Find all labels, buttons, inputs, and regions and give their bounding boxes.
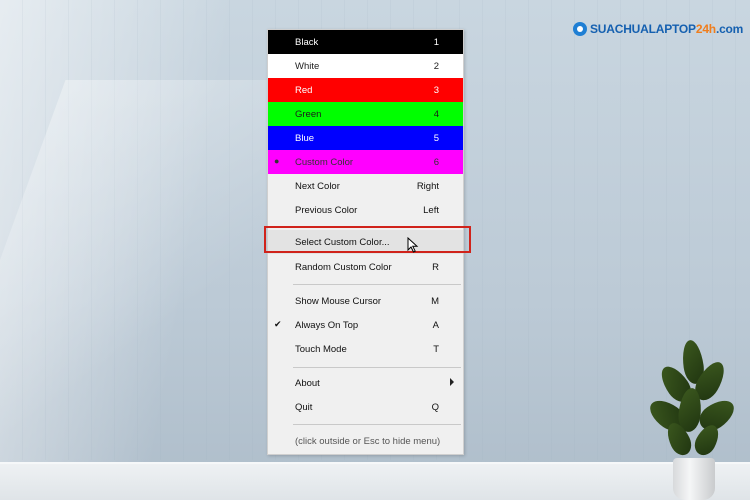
menu-item-shortcut: 1 <box>433 37 439 48</box>
menu-item-touch-mode[interactable]: Touch Mode T <box>268 337 463 361</box>
menu-item-label: Show Mouse Cursor <box>295 296 382 307</box>
menu-item-random-custom-color[interactable]: Random Custom Color R <box>268 255 463 279</box>
menu-item-shortcut: T <box>433 344 439 355</box>
menu-item-label: Green <box>295 109 322 120</box>
menu-hint: (click outside or Esc to hide menu) <box>268 429 463 453</box>
plant-pot <box>673 458 715 500</box>
menu-item-label: Quit <box>295 402 313 413</box>
annotation-highlight-box <box>264 226 471 253</box>
menu-item-shortcut: Right <box>416 181 439 192</box>
gear-icon <box>573 22 587 36</box>
menu-item-label: Always On Top <box>295 320 359 331</box>
menu-item-red[interactable]: Red 3 <box>268 78 463 102</box>
menu-item-green[interactable]: Green 4 <box>268 102 463 126</box>
menu-item-label: Previous Color <box>295 205 358 216</box>
menu-item-show-mouse-cursor[interactable]: Show Mouse Cursor M <box>268 289 463 313</box>
menu-item-black[interactable]: Black 1 <box>268 30 463 54</box>
menu-item-shortcut: Q <box>431 402 439 413</box>
menu-item-label: Touch Mode <box>295 344 347 355</box>
menu-item-about[interactable]: About <box>268 371 463 395</box>
menu-item-label: Blue <box>295 133 315 144</box>
menu-item-label: White <box>295 61 320 72</box>
menu-item-shortcut: 2 <box>433 61 439 72</box>
menu-item-label: Custom Color <box>295 157 354 168</box>
menu-separator <box>293 367 461 368</box>
menu-item-shortcut: M <box>431 296 439 307</box>
floor <box>0 462 750 500</box>
menu-separator <box>293 284 461 285</box>
checkmark-icon: ✔ <box>274 319 282 329</box>
brand-logo-text: SUACHUALAPTOP24h.com <box>590 22 744 36</box>
menu-item-shortcut: 3 <box>433 85 439 96</box>
brand-logo: SUACHUALAPTOP24h.com <box>573 22 743 36</box>
menu-item-shortcut: Left <box>423 205 439 216</box>
menu-item-next-color[interactable]: Next Color Right <box>268 174 463 198</box>
menu-item-label: Black <box>295 37 319 48</box>
menu-item-shortcut: 4 <box>433 109 439 120</box>
selected-bullet-icon: ● <box>274 156 280 166</box>
menu-item-shortcut: A <box>432 320 439 331</box>
menu-item-label: Red <box>295 85 313 96</box>
menu-item-shortcut: 6 <box>433 157 439 168</box>
submenu-arrow-icon <box>450 378 454 386</box>
potted-plant <box>644 330 740 500</box>
menu-item-blue[interactable]: Blue 5 <box>268 126 463 150</box>
menu-item-always-on-top[interactable]: ✔ Always On Top A <box>268 313 463 337</box>
menu-item-custom-color[interactable]: ● Custom Color 6 <box>268 150 463 174</box>
menu-item-shortcut: 5 <box>433 133 439 144</box>
menu-separator <box>293 424 461 425</box>
menu-item-label: About <box>295 378 320 389</box>
menu-item-label: Random Custom Color <box>295 262 392 273</box>
menu-item-quit[interactable]: Quit Q <box>268 395 463 419</box>
menu-item-label: Next Color <box>295 181 340 192</box>
menu-hint-text: (click outside or Esc to hide menu) <box>295 436 441 447</box>
mouse-pointer-icon <box>407 237 419 253</box>
menu-item-white[interactable]: White 2 <box>268 54 463 78</box>
menu-item-previous-color[interactable]: Previous Color Left <box>268 198 463 222</box>
menu-item-shortcut: R <box>432 262 439 273</box>
